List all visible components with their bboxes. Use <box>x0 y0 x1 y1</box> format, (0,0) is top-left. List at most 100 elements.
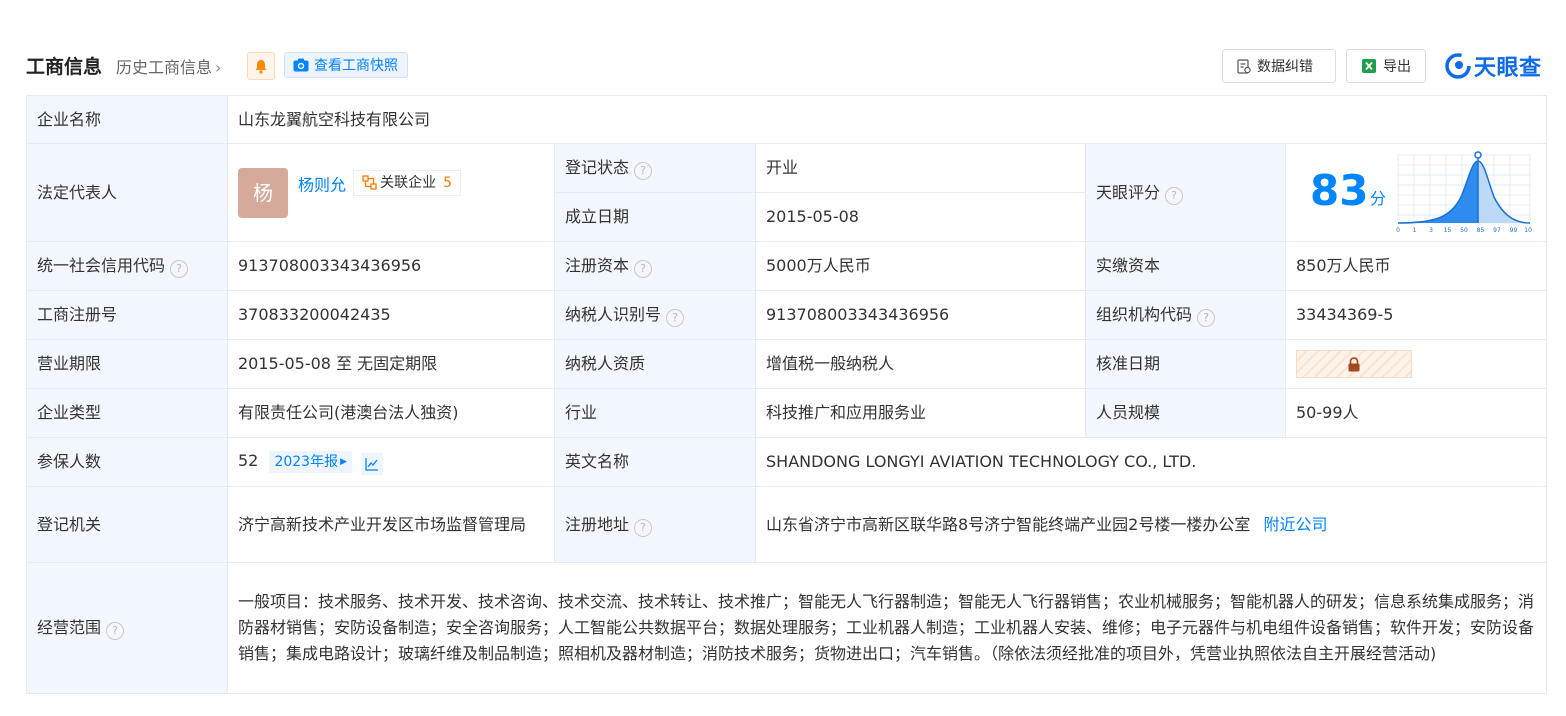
year-report-button[interactable]: 2023年报 ▶ <box>269 451 353 473</box>
scope-value: 一般项目：技术服务、技术开发、技术咨询、技术交流、技术转让、技术推广；智能无人飞… <box>226 562 1548 694</box>
logo-text: 天眼查 <box>1474 56 1542 81</box>
label-cell: 注册地址? <box>554 486 756 563</box>
nearby-companies-link[interactable]: 附近公司 <box>1263 515 1327 534</box>
related-companies-badge[interactable]: 关联企业 5 <box>353 169 462 196</box>
founded-label: 成立日期 <box>554 192 756 242</box>
score-axis-tick: 97 <box>1493 227 1501 234</box>
reg-address-label: 注册地址 <box>565 514 630 534</box>
score-axis-tick: 15 <box>1444 227 1452 234</box>
english-name-label: 英文名称 <box>554 437 756 487</box>
score-axis-tick: 99 <box>1510 227 1518 234</box>
history-link[interactable]: 历史工商信息 › <box>116 54 221 78</box>
industry-value: 科技推广和应用服务业 <box>755 388 1086 438</box>
table-row: 登记机关 济宁高新技术产业开发区市场监督管理局 注册地址? 山东省济宁市高新区联… <box>26 486 1548 563</box>
paid-capital-label: 实缴资本 <box>1085 241 1286 291</box>
related-count: 5 <box>443 174 453 191</box>
history-link-label: 历史工商信息 <box>116 58 213 77</box>
staff-size-value: 50-99人 <box>1284 388 1548 438</box>
question-icon[interactable]: ? <box>170 260 189 278</box>
term-value: 2015-05-08 至 无固定期限 <box>227 339 555 389</box>
label-cell: 注册资本? <box>554 241 756 291</box>
score-axis-tick: 100 <box>1524 227 1532 234</box>
reg-authority-label: 登记机关 <box>26 486 228 563</box>
locked-value[interactable] <box>1296 350 1412 378</box>
question-icon[interactable]: ? <box>1165 186 1184 205</box>
question-icon[interactable]: ? <box>666 309 685 327</box>
staff-size-label: 人员规模 <box>1085 388 1286 438</box>
term-label: 营业期限 <box>26 339 228 389</box>
reg-number-value: 370833200042435 <box>227 290 555 340</box>
business-info-table: 企业名称 山东龙翼航空科技有限公司 法定代表人 杨 杨则允 关联企业 5 登记状态… <box>26 95 1548 694</box>
eye-logo-icon <box>1445 53 1471 79</box>
label-cell: 纳税人识别号? <box>554 290 756 340</box>
question-icon[interactable]: ? <box>634 260 653 278</box>
export-button[interactable]: 导出 <box>1346 49 1426 83</box>
score-axis-tick: 3 <box>1429 227 1433 234</box>
label-cell: 天眼评分? <box>1085 143 1286 242</box>
taxpayer-id-label: 纳税人识别号 <box>565 305 662 324</box>
table-row: 法定代表人 杨 杨则允 关联企业 5 登记状态? 开业 天眼评分? 83 分 0… <box>26 143 1548 242</box>
approval-date-label: 核准日期 <box>1085 339 1286 389</box>
org-code-label: 组织机构代码 <box>1096 305 1193 324</box>
table-row: 企业名称 山东龙翼航空科技有限公司 <box>26 95 1548 144</box>
caret-right-icon: ▶ <box>340 457 348 467</box>
lock-icon <box>1348 356 1360 371</box>
export-label: 导出 <box>1383 59 1411 75</box>
org-code-value: 33434369-5 <box>1284 290 1548 340</box>
taxpayer-type-label: 纳税人资质 <box>554 339 756 389</box>
line-chart-icon <box>365 458 379 471</box>
question-icon[interactable]: ? <box>1197 309 1216 327</box>
label-cell: 经营范围? <box>26 562 228 694</box>
founded-value: 2015-05-08 <box>755 192 1086 242</box>
chevron-right-icon: › <box>215 58 222 77</box>
legal-rep-name-link[interactable]: 杨则允 <box>298 175 346 194</box>
label-cell: 组织机构代码? <box>1085 290 1286 340</box>
camera-icon <box>293 58 309 72</box>
bell-icon[interactable] <box>247 52 275 80</box>
score-value: 83 <box>1310 165 1369 215</box>
insured-cell: 52 2023年报 ▶ <box>227 437 555 487</box>
score-distribution-chart: 0 1 3 15 50 85 97 99 100 <box>1396 150 1532 234</box>
snapshot-button[interactable]: 查看工商快照 <box>284 52 408 78</box>
question-icon[interactable]: ? <box>106 622 125 640</box>
reg-status-label: 登记状态 <box>565 158 630 177</box>
scope-label: 经营范围 <box>37 618 102 637</box>
table-row: 参保人数 52 2023年报 ▶ 英文名称 SHANDONG LONGYI AVI… <box>26 437 1548 487</box>
question-icon[interactable]: ? <box>634 162 653 180</box>
reg-capital-value: 5000万人民币 <box>755 241 1086 291</box>
label-cell: 企业名称 <box>26 95 228 144</box>
table-row: 工商注册号 370833200042435 纳税人识别号? 9137080033… <box>26 290 1548 340</box>
data-correction-label: 数据纠错 <box>1257 59 1313 75</box>
avatar[interactable]: 杨 <box>238 167 288 218</box>
table-row: 经营范围? 一般项目：技术服务、技术开发、技术咨询、技术交流、技术转让、技术推广… <box>26 562 1548 694</box>
score-unit: 分 <box>1370 188 1387 208</box>
table-row: 企业类型 有限责任公司(港澳台法人独资) 行业 科技推广和应用服务业 人员规模 … <box>26 388 1548 438</box>
excel-icon <box>1362 59 1376 73</box>
company-name-value: 山东龙翼航空科技有限公司 <box>226 95 1548 144</box>
reg-capital-label: 注册资本 <box>565 256 630 275</box>
document-edit-icon <box>1237 58 1251 74</box>
year-report-label: 2023年报 <box>274 454 339 470</box>
question-icon[interactable]: ? <box>634 518 653 537</box>
company-type-label: 企业类型 <box>26 388 228 438</box>
taxpayer-type-value: 增值税一般纳税人 <box>755 339 1086 389</box>
section-title: 工商信息 <box>26 56 103 78</box>
reg-address-value: 山东省济宁市高新区联华路8号济宁智能终端产业园2号楼一楼办公室 <box>766 514 1251 534</box>
reg-status-value: 开业 <box>755 143 1086 193</box>
insured-label: 参保人数 <box>26 437 228 487</box>
snapshot-label: 查看工商快照 <box>314 58 398 74</box>
label-cell: 登记状态? <box>554 143 756 193</box>
score-cell[interactable]: 83 分 0 1 3 15 50 85 97 99 100 <box>1284 143 1548 242</box>
trend-chart-button[interactable] <box>361 453 384 475</box>
reg-authority-value: 济宁高新技术产业开发区市场监督管理局 <box>227 486 555 563</box>
score-axis-tick: 85 <box>1477 227 1485 234</box>
paid-capital-value: 850万人民币 <box>1284 241 1548 291</box>
table-row: 营业期限 2015-05-08 至 无固定期限 纳税人资质 增值税一般纳税人 核… <box>26 339 1548 389</box>
data-correction-button[interactable]: 数据纠错 <box>1222 49 1336 83</box>
label-cell: 统一社会信用代码? <box>26 241 228 291</box>
english-name-value: SHANDONG LONGYI AVIATION TECHNOLOGY CO.,… <box>754 437 1548 487</box>
score-axis-tick: 0 <box>1396 227 1400 234</box>
network-icon <box>362 175 377 190</box>
table-row: 统一社会信用代码? 913708003343436956 注册资本? 5000万… <box>26 241 1548 291</box>
insured-value: 52 <box>238 451 259 470</box>
